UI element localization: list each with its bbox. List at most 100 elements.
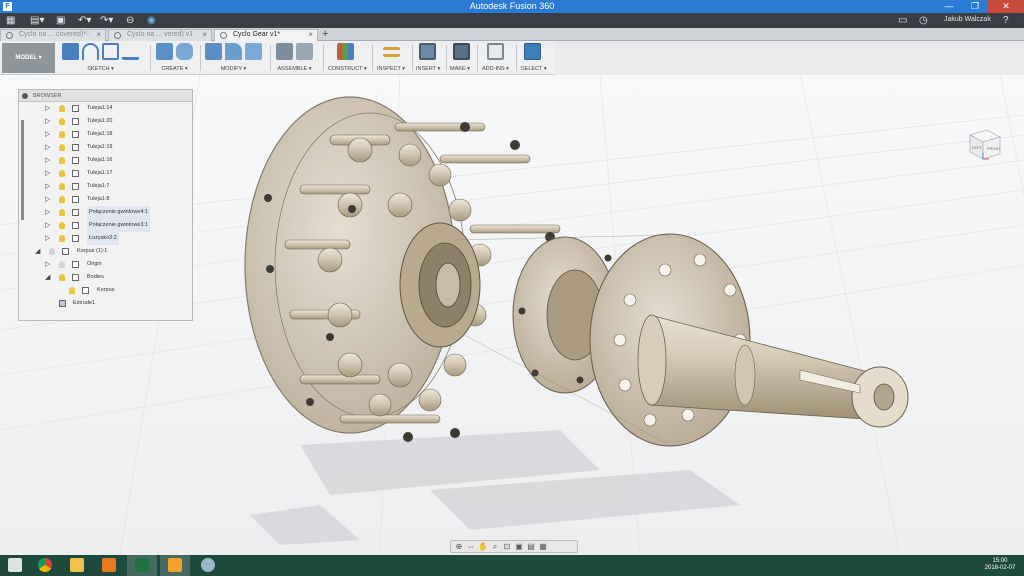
visibility-bulb-icon[interactable]	[49, 248, 55, 255]
plane-icon[interactable]	[337, 43, 354, 60]
file-icon[interactable]: ▤▾	[30, 15, 44, 26]
viewcube[interactable]: LEFT FRONT	[965, 125, 1003, 163]
expand-icon[interactable]: ▷	[45, 193, 50, 206]
close-tab-icon[interactable]: ×	[202, 30, 207, 39]
tree-item[interactable]: Korpus	[19, 284, 192, 297]
visibility-bulb-icon[interactable]	[59, 196, 65, 203]
tab-cyclo-covered[interactable]: Cyclo na ... covered)* ◌ ×	[0, 29, 106, 41]
joint-icon[interactable]	[276, 43, 293, 60]
minimize-button[interactable]: —	[936, 0, 962, 13]
visibility-bulb-icon[interactable]	[59, 261, 65, 268]
collapse-arrow-icon[interactable]: ◢	[35, 245, 40, 258]
expand-icon[interactable]: ▷	[45, 219, 50, 232]
close-button[interactable]: ✕	[988, 0, 1024, 13]
sketch-group[interactable]: SKETCH ▾	[62, 43, 139, 73]
tree-item[interactable]: ▷ Tuleja1:7	[19, 180, 192, 193]
construct-group[interactable]: CONSTRUCT ▾	[328, 43, 367, 73]
tree-item[interactable]: ▷ Tuleja1:20	[19, 115, 192, 128]
viewports-icon[interactable]: ▦	[538, 542, 548, 552]
expand-icon[interactable]: ▷	[45, 180, 50, 193]
measure-icon[interactable]	[383, 47, 400, 57]
clock-icon[interactable]: ◷	[919, 15, 928, 26]
fillet-icon[interactable]	[225, 43, 242, 60]
component-icon[interactable]	[296, 43, 313, 60]
tree-item[interactable]: ▷ Połączenie gwintowe4:1	[19, 206, 192, 219]
press-pull-icon[interactable]	[205, 43, 222, 60]
maximize-button[interactable]: ❐	[962, 0, 988, 13]
tree-item[interactable]: ▷ Tuleja1:16	[19, 154, 192, 167]
expand-icon[interactable]: ▷	[45, 154, 50, 167]
visibility-bulb-icon[interactable]	[69, 287, 75, 294]
tab-cyclo-covered-v1[interactable]: Cyclo na ... vered) v1 ×	[108, 29, 212, 41]
tree-item[interactable]: ▷ Tuleja1:19	[19, 141, 192, 154]
assemble-group[interactable]: ASSEMBLE ▾	[276, 43, 313, 73]
help-icon[interactable]: ?	[1003, 15, 1009, 26]
add-ins-group[interactable]: ADD-INS ▾	[482, 43, 509, 73]
visibility-bulb-icon[interactable]	[59, 157, 65, 164]
close-tab-icon[interactable]: ×	[96, 30, 101, 39]
line-icon[interactable]	[122, 43, 139, 60]
tree-item[interactable]: Extrude1	[19, 297, 192, 310]
user-menu[interactable]: Jakub Walczak	[944, 16, 991, 23]
tree-item[interactable]: ▷ Tuleja1:17	[19, 167, 192, 180]
tree-item[interactable]: ▷ Tuleja1:18	[19, 128, 192, 141]
visibility-bulb-icon[interactable]	[59, 209, 65, 216]
tree-item[interactable]: ▷ Origin	[19, 258, 192, 271]
visibility-bulb-icon[interactable]	[59, 131, 65, 138]
scripts-icon[interactable]	[487, 43, 504, 60]
browser-panel[interactable]: BROWSER ▷ Tuleja1:14 ▷ Tuleja1:20 ▷ Tuleja1…	[18, 89, 193, 321]
select-group[interactable]: SELECT ▾	[521, 43, 547, 73]
expand-icon[interactable]: ▷	[45, 102, 50, 115]
expand-icon[interactable]: ▷	[45, 141, 50, 154]
chat-icon[interactable]: ▭	[898, 15, 907, 26]
make-group[interactable]: MAKE ▾	[450, 43, 470, 73]
collapse-arrow-icon[interactable]: ◢	[45, 271, 50, 284]
browser-header[interactable]: BROWSER	[19, 90, 192, 102]
extrude-icon[interactable]	[156, 43, 173, 60]
fit-icon[interactable]: ⊡	[502, 542, 512, 552]
redo-icon[interactable]: ↷▾	[100, 15, 113, 26]
grid-icon[interactable]: ▦	[6, 15, 15, 26]
image-icon[interactable]	[419, 43, 436, 60]
visibility-bulb-icon[interactable]	[59, 105, 65, 112]
modify-group[interactable]: MODIFY ▾	[205, 43, 262, 73]
undo-icon[interactable]: ↶▾	[78, 15, 91, 26]
tree-item[interactable]: ▷ Tuleja1:14	[19, 102, 192, 115]
excel-icon[interactable]	[127, 555, 157, 576]
media-player-icon[interactable]	[94, 555, 124, 576]
close-tab-icon[interactable]: ×	[308, 30, 313, 39]
expand-icon[interactable]: ▷	[45, 128, 50, 141]
file-explorer-icon[interactable]	[62, 555, 92, 576]
select-icon[interactable]	[524, 43, 541, 60]
visibility-bulb-icon[interactable]	[59, 183, 65, 190]
sketch-icon[interactable]	[62, 43, 79, 60]
expand-icon[interactable]: ▷	[45, 232, 50, 245]
expand-icon[interactable]: ▷	[45, 206, 50, 219]
tab-cyclo-gear[interactable]: Cyclo Gear v1* ×	[214, 29, 318, 41]
hand-icon[interactable]: ✋	[478, 542, 488, 552]
tree-item[interactable]: ▷ Łożysko3:2	[19, 232, 192, 245]
visibility-bulb-icon[interactable]	[59, 222, 65, 229]
tree-item[interactable]: ◢ Bodies	[19, 271, 192, 284]
collapse-icon[interactable]	[22, 93, 28, 99]
expand-icon[interactable]: ▷	[45, 258, 50, 271]
fusion360-icon[interactable]	[160, 555, 190, 576]
visibility-bulb-icon[interactable]	[59, 144, 65, 151]
new-tab-button[interactable]: +	[322, 28, 328, 40]
arc-icon[interactable]	[82, 43, 99, 60]
visibility-bulb-icon[interactable]	[59, 274, 65, 281]
visibility-bulb-icon[interactable]	[59, 170, 65, 177]
insert-group[interactable]: INSERT ▾	[416, 43, 440, 73]
workspace-switcher[interactable]: MODEL ▾	[2, 43, 55, 73]
windows-start-icon[interactable]	[0, 555, 30, 576]
paint-icon[interactable]	[193, 555, 223, 576]
orbit-icon[interactable]: ⊕	[454, 542, 464, 552]
create-group[interactable]: CREATE ▾	[156, 43, 193, 73]
chrome-icon[interactable]	[30, 555, 60, 576]
save-icon[interactable]: ▣	[56, 15, 65, 26]
zoom-icon[interactable]: ⌕	[490, 542, 500, 552]
grid-settings-icon[interactable]: ▤	[526, 542, 536, 552]
job-status-icon[interactable]: ◉	[147, 15, 156, 26]
tree-item[interactable]: ▷ Tuleja1:8	[19, 193, 192, 206]
visibility-bulb-icon[interactable]	[59, 235, 65, 242]
